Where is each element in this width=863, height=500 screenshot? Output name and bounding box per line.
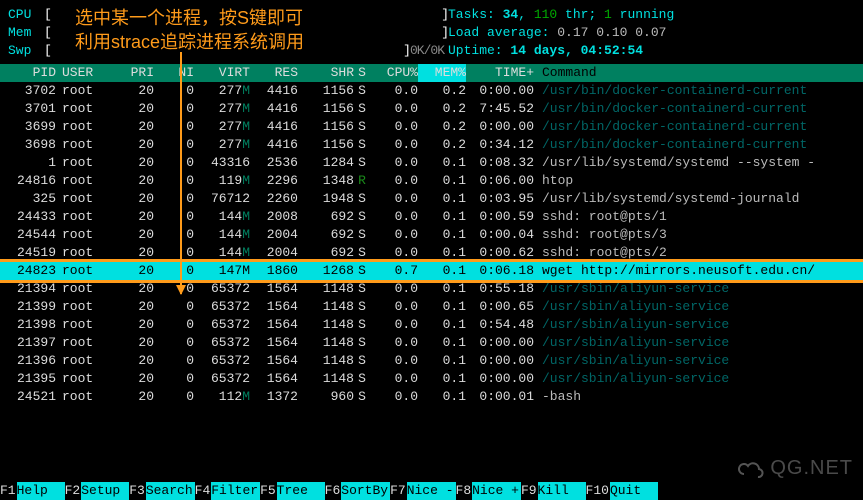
tasks-label: Tasks: xyxy=(448,7,503,22)
top-panel: CPU [] Mem [] Swp [0K/0K] Tasks: 34, 110… xyxy=(0,0,863,64)
fkey-setup[interactable]: F2Setup xyxy=(65,482,130,500)
table-row[interactable]: 21396root2006537215641148S0.00.10:00.00/… xyxy=(0,352,863,370)
fkey-kill[interactable]: F9Kill xyxy=(521,482,586,500)
col-pri[interactable]: PRI xyxy=(114,64,154,82)
cpu-label: CPU xyxy=(8,6,44,24)
table-row[interactable]: 21397root2006537215641148S0.00.10:00.00/… xyxy=(0,334,863,352)
table-row[interactable]: 3702root200277M44161156S0.00.20:00.00/us… xyxy=(0,82,863,100)
cpu-meter: CPU [] xyxy=(8,6,448,24)
fkey-tree[interactable]: F5Tree xyxy=(260,482,325,500)
fkey-search[interactable]: F3Search xyxy=(129,482,194,500)
load-values: 0.17 0.10 0.07 xyxy=(557,25,666,40)
fkey-filter[interactable]: F4Filter xyxy=(195,482,260,500)
running-count: 1 xyxy=(604,7,612,22)
fkey-help[interactable]: F1Help xyxy=(0,482,65,500)
col-cpu[interactable]: CPU% xyxy=(370,64,418,82)
tasks-count: 34 xyxy=(503,7,519,22)
col-shr[interactable]: SHR xyxy=(298,64,354,82)
swp-meter: Swp [0K/0K] xyxy=(8,42,448,60)
function-keys[interactable]: F1HelpF2SetupF3SearchF4FilterF5TreeF6Sor… xyxy=(0,482,863,500)
col-user[interactable]: USER xyxy=(56,64,114,82)
table-row[interactable]: 21394root2006537215641148S0.00.10:55.18/… xyxy=(0,280,863,298)
watermark: QG.NET xyxy=(738,458,853,478)
table-row[interactable]: 3701root200277M44161156S0.00.27:45.52/us… xyxy=(0,100,863,118)
threads-count: 110 xyxy=(534,7,557,22)
table-row[interactable]: 24544root200144M2004692S0.00.10:00.04ssh… xyxy=(0,226,863,244)
col-res[interactable]: RES xyxy=(250,64,298,82)
mem-meter: Mem [] xyxy=(8,24,448,42)
table-row[interactable]: 325root2007671222601948S0.00.10:03.95/us… xyxy=(0,190,863,208)
fkey-quit[interactable]: F10Quit xyxy=(586,482,658,500)
table-header[interactable]: PID USER PRI NI VIRT RES SHR S CPU% MEM%… xyxy=(0,64,863,82)
table-row[interactable]: 21395root2006537215641148S0.00.10:00.00/… xyxy=(0,370,863,388)
meters: CPU [] Mem [] Swp [0K/0K] xyxy=(8,6,448,60)
process-list[interactable]: 3702root200277M44161156S0.00.20:00.00/us… xyxy=(0,82,863,406)
col-virt[interactable]: VIRT xyxy=(194,64,250,82)
col-cmd[interactable]: Command xyxy=(538,64,863,82)
load-label: Load average: xyxy=(448,25,557,40)
table-row[interactable]: 24521root200112M1372960S0.00.10:00.01-ba… xyxy=(0,388,863,406)
col-s[interactable]: S xyxy=(354,64,370,82)
mem-label: Mem xyxy=(8,24,44,42)
table-row[interactable]: 3699root200277M44161156S0.00.20:00.00/us… xyxy=(0,118,863,136)
table-row[interactable]: 24823root200147M18601268S0.70.10:06.18wg… xyxy=(0,262,863,280)
uptime-label: Uptime: xyxy=(448,43,510,58)
col-mem[interactable]: MEM% xyxy=(418,64,466,82)
table-row[interactable]: 24433root200144M2008692S0.00.10:00.59ssh… xyxy=(0,208,863,226)
fkey-sortby[interactable]: F6SortBy xyxy=(325,482,390,500)
sysinfo: Tasks: 34, 110 thr; 1 running Load avera… xyxy=(448,6,855,60)
table-row[interactable]: 21398root2006537215641148S0.00.10:54.48/… xyxy=(0,316,863,334)
table-row[interactable]: 1root2004331625361284S0.00.10:08.32/usr/… xyxy=(0,154,863,172)
table-row[interactable]: 24816root200119M22961348R0.00.10:06.00ht… xyxy=(0,172,863,190)
col-pid[interactable]: PID xyxy=(8,64,56,82)
col-time[interactable]: TIME+ xyxy=(466,64,538,82)
table-row[interactable]: 3698root200277M44161156S0.00.20:34.12/us… xyxy=(0,136,863,154)
fkey-nice[interactable]: F7Nice - xyxy=(390,482,455,500)
col-ni[interactable]: NI xyxy=(154,64,194,82)
fkey-nice[interactable]: F8Nice + xyxy=(456,482,521,500)
uptime-value: 14 days, 04:52:54 xyxy=(510,43,643,58)
table-row[interactable]: 24519root200144M2004692S0.00.10:00.62ssh… xyxy=(0,244,863,262)
swp-label: Swp xyxy=(8,42,44,60)
table-row[interactable]: 21399root2006537215641148S0.00.10:00.65/… xyxy=(0,298,863,316)
